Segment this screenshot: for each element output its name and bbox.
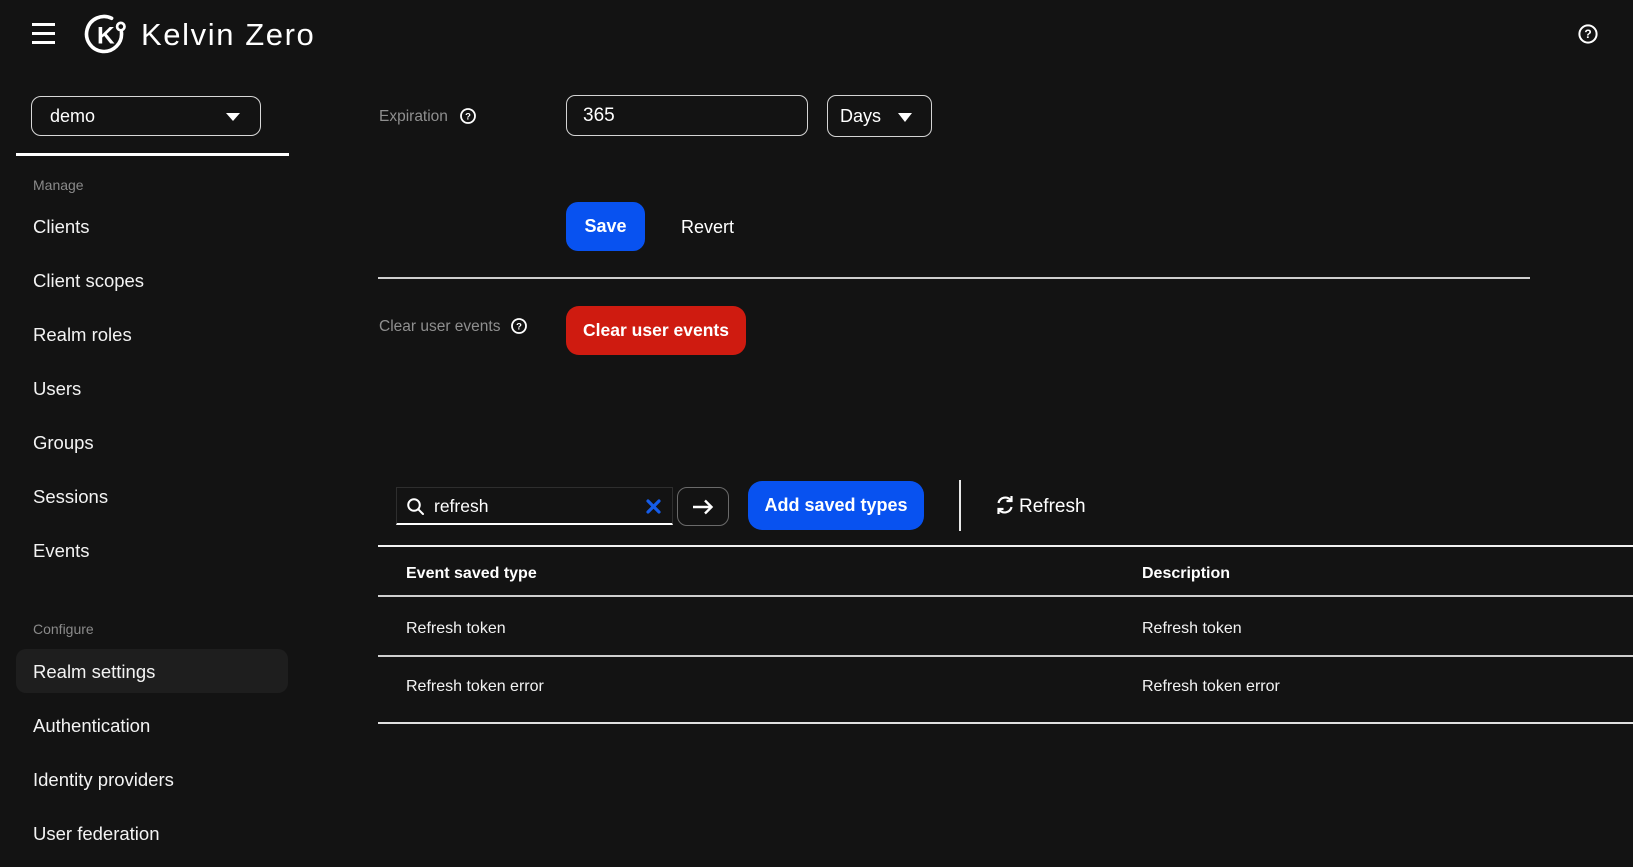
- svg-text:?: ?: [1584, 27, 1591, 41]
- svg-text:?: ?: [516, 321, 522, 332]
- svg-text:?: ?: [465, 111, 471, 122]
- svg-text:K: K: [97, 23, 115, 50]
